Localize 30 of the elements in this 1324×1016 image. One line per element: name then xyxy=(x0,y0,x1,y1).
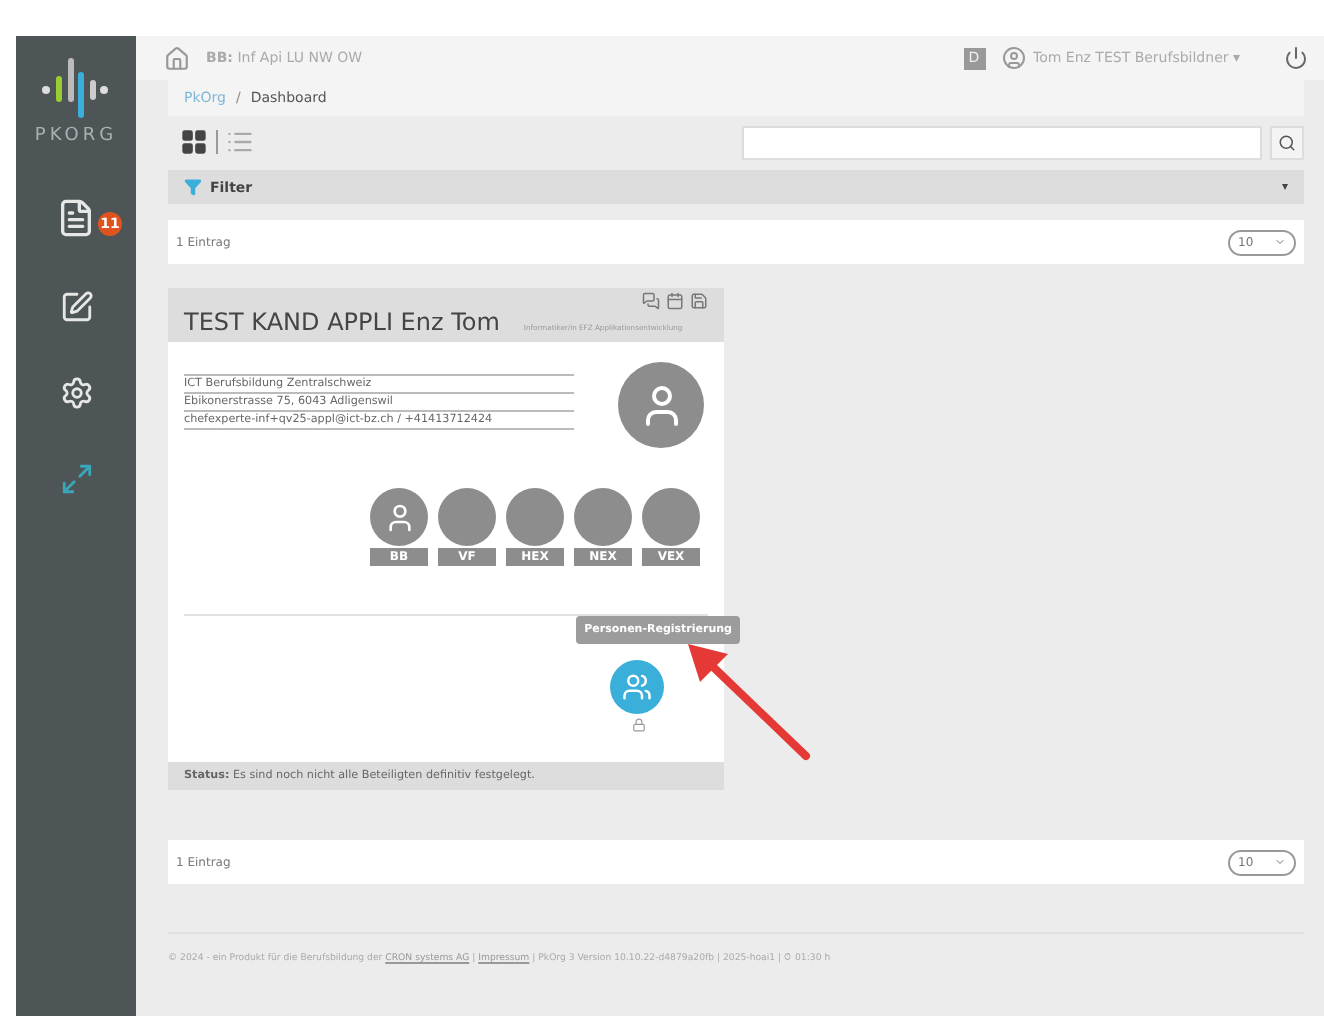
user-avatar-icon xyxy=(1001,46,1025,70)
settings-nav-button[interactable] xyxy=(59,376,93,410)
role-avatar[interactable] xyxy=(438,488,496,546)
documents-nav-button[interactable] xyxy=(56,198,96,238)
filter-icon xyxy=(184,178,202,196)
lock-icon xyxy=(632,718,646,732)
registration-button[interactable] xyxy=(610,660,664,714)
home-icon[interactable] xyxy=(164,45,190,71)
logo-icon xyxy=(40,56,112,120)
chevron-down-icon xyxy=(1274,856,1286,868)
role-avatar[interactable] xyxy=(642,488,700,546)
search-field[interactable] xyxy=(742,125,1262,159)
chevron-down-icon xyxy=(1274,236,1286,248)
chat-icon[interactable] xyxy=(642,292,660,310)
role-avatar[interactable] xyxy=(506,488,564,546)
list-view-button[interactable] xyxy=(226,128,254,156)
search-button[interactable] xyxy=(1270,125,1304,159)
role-avatar[interactable] xyxy=(574,488,632,546)
calendar-icon[interactable] xyxy=(666,292,684,310)
logo-text: PKORG xyxy=(34,126,118,146)
save-icon[interactable] xyxy=(690,292,708,310)
expand-nav-button[interactable] xyxy=(59,462,93,496)
edit-nav-button[interactable] xyxy=(59,290,93,324)
grid-view-button[interactable] xyxy=(180,128,208,156)
power-icon[interactable] xyxy=(1284,46,1308,70)
card-title: TEST KAND APPLI Enz Tom xyxy=(184,308,500,336)
people-icon xyxy=(622,672,652,702)
role-avatar[interactable] xyxy=(370,488,428,546)
search-icon xyxy=(1278,133,1296,151)
avatar-icon xyxy=(618,362,704,448)
